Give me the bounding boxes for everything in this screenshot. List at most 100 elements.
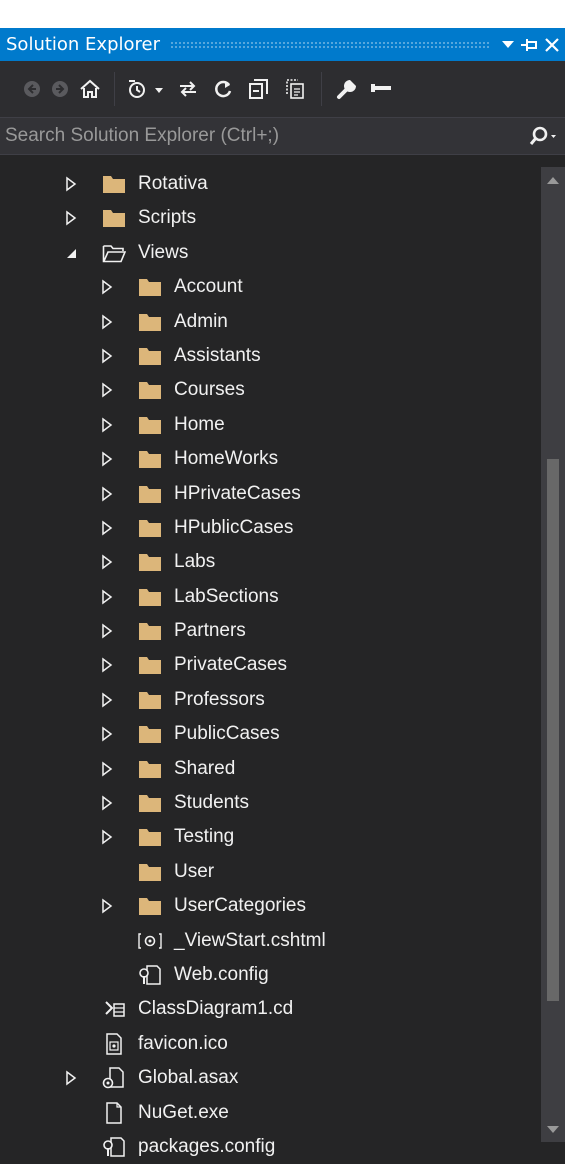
collapsed-arrow-icon[interactable] <box>100 279 114 295</box>
folder-icon <box>138 723 162 745</box>
tree-item[interactable]: ClassDiagram1.cd <box>0 992 541 1026</box>
back-icon[interactable] <box>20 69 44 109</box>
tree-item-label: NuGet.exe <box>138 1101 229 1123</box>
collapsed-arrow-icon[interactable] <box>100 589 114 605</box>
folder-icon <box>138 895 162 917</box>
tree-item-label: Global.asax <box>138 1067 239 1089</box>
asax-file-icon <box>102 1067 126 1089</box>
tree-item-label: Professors <box>174 688 265 710</box>
tree-item[interactable]: favicon.ico <box>0 1027 541 1061</box>
collapsed-arrow-icon[interactable] <box>100 314 114 330</box>
collapsed-arrow-icon[interactable] <box>100 795 114 811</box>
tree-item[interactable]: Views <box>0 236 541 270</box>
tree-item[interactable]: Labs <box>0 545 541 579</box>
scrollbar-thumb[interactable] <box>547 459 559 1001</box>
properties-wrench-icon[interactable] <box>332 69 362 109</box>
collapsed-arrow-icon[interactable] <box>100 761 114 777</box>
config-file-icon <box>102 1136 126 1158</box>
preview-selected-items-icon[interactable] <box>366 69 396 109</box>
tree-item-label: Students <box>174 792 249 814</box>
tree-item-label: HomeWorks <box>174 448 279 470</box>
tree-item[interactable]: Assistants <box>0 339 541 373</box>
collapsed-arrow-icon[interactable] <box>100 451 114 467</box>
tree-item-label: Rotativa <box>138 173 208 194</box>
collapsed-arrow-icon[interactable] <box>100 554 114 570</box>
tree-item[interactable]: Account <box>0 270 541 304</box>
icon-file-icon <box>102 1033 126 1055</box>
sync-with-active-document-icon[interactable] <box>173 69 203 109</box>
tree-item[interactable]: Students <box>0 786 541 820</box>
tree-item[interactable]: packages.config <box>0 1130 541 1164</box>
tree-item-label: Labs <box>174 551 216 573</box>
collapsed-arrow-icon[interactable] <box>100 898 114 914</box>
search-input[interactable] <box>0 117 521 155</box>
toolbar <box>0 61 565 117</box>
tree-item[interactable]: Web.config <box>0 958 541 992</box>
tree-item[interactable]: PrivateCases <box>0 648 541 682</box>
tree-item[interactable]: _ViewStart.cshtml <box>0 924 541 958</box>
toolbar-separator-2 <box>321 72 322 106</box>
collapsed-arrow-icon[interactable] <box>64 1070 78 1086</box>
expanded-arrow-icon[interactable] <box>64 245 78 261</box>
tree-item[interactable]: Rotativa <box>0 167 541 201</box>
tree-item-label: Courses <box>174 379 245 401</box>
collapsed-arrow-icon[interactable] <box>100 829 114 845</box>
dropdown-arrow-icon[interactable] <box>497 31 519 59</box>
folder-icon <box>102 173 126 195</box>
collapsed-arrow-icon[interactable] <box>100 692 114 708</box>
tree-item-label: Views <box>138 241 189 263</box>
tree-item[interactable]: Global.asax <box>0 1061 541 1095</box>
collapsed-arrow-icon[interactable] <box>100 726 114 742</box>
search-box[interactable] <box>0 117 565 155</box>
scroll-up-arrow-icon[interactable] <box>546 175 560 185</box>
scroll-down-arrow-icon[interactable] <box>546 1125 560 1135</box>
tree-item[interactable]: HomeWorks <box>0 442 541 476</box>
tree-item[interactable]: Professors <box>0 683 541 717</box>
tool-window-titlebar[interactable]: Solution Explorer <box>0 28 565 61</box>
tree-item[interactable]: LabSections <box>0 580 541 614</box>
tree-item[interactable]: HPrivateCases <box>0 477 541 511</box>
title-grip[interactable] <box>170 41 489 50</box>
tree-item-label: favicon.ico <box>138 1032 228 1054</box>
tree-item[interactable]: NuGet.exe <box>0 1096 541 1130</box>
tree-item[interactable]: Shared <box>0 752 541 786</box>
home-icon[interactable] <box>76 69 104 109</box>
collapse-all-icon[interactable] <box>243 69 275 109</box>
vertical-scrollbar[interactable] <box>541 167 565 1142</box>
tree-item[interactable]: Home <box>0 408 541 442</box>
tree-item[interactable]: Admin <box>0 305 541 339</box>
collapsed-arrow-icon[interactable] <box>100 417 114 433</box>
tree-item-label: Admin <box>174 310 228 332</box>
collapsed-arrow-icon[interactable] <box>64 210 78 226</box>
collapsed-arrow-icon[interactable] <box>100 382 114 398</box>
tree-item-label: Account <box>174 276 243 298</box>
folder-icon <box>138 792 162 814</box>
collapsed-arrow-icon[interactable] <box>100 486 114 502</box>
pending-changes-filter-icon[interactable] <box>125 69 169 109</box>
folder-icon <box>138 414 162 436</box>
tree-item[interactable]: Scripts <box>0 201 541 235</box>
tree-item[interactable]: Partners <box>0 614 541 648</box>
pin-icon[interactable] <box>519 31 541 59</box>
close-icon[interactable] <box>541 31 563 59</box>
folder-icon <box>138 861 162 883</box>
tree-item-label: HPrivateCases <box>174 482 301 504</box>
tree-item[interactable]: HPublicCases <box>0 511 541 545</box>
tree-item[interactable]: User <box>0 855 541 889</box>
tree-item[interactable]: UserCategories <box>0 889 541 923</box>
forward-icon[interactable] <box>48 69 72 109</box>
collapsed-arrow-icon[interactable] <box>64 176 78 192</box>
collapsed-arrow-icon[interactable] <box>100 623 114 639</box>
show-all-files-icon[interactable] <box>279 69 311 109</box>
collapsed-arrow-icon[interactable] <box>100 657 114 673</box>
folder-icon <box>138 517 162 539</box>
search-icon[interactable] <box>521 118 565 154</box>
tree-item[interactable]: PublicCases <box>0 717 541 751</box>
refresh-icon[interactable] <box>207 69 239 109</box>
tree-item[interactable]: Testing <box>0 820 541 854</box>
folder-icon <box>138 483 162 505</box>
collapsed-arrow-icon[interactable] <box>100 348 114 364</box>
collapsed-arrow-icon[interactable] <box>100 520 114 536</box>
tree-item-label: UserCategories <box>174 895 306 917</box>
tree-item[interactable]: Courses <box>0 373 541 407</box>
